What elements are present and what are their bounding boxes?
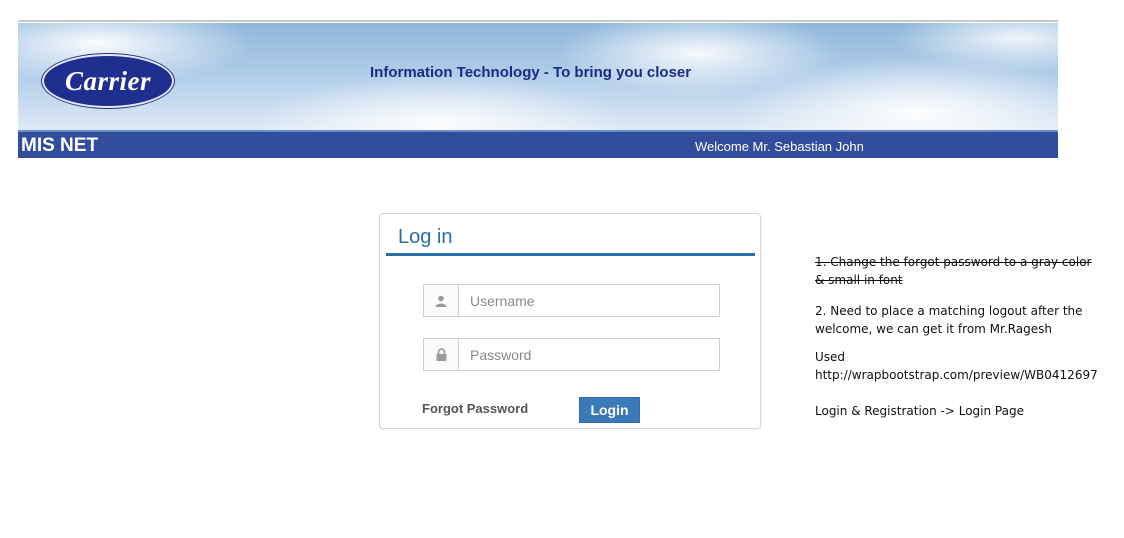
note-1-line-2: & small in font [815, 273, 903, 287]
user-icon [424, 285, 459, 316]
forgot-password-link[interactable]: Forgot Password [422, 401, 528, 416]
login-button[interactable]: Login [579, 397, 640, 423]
site-title: MIS NET [21, 135, 99, 156]
header-banner: Carrier Information Technology - To brin… [18, 23, 1058, 130]
username-field [423, 284, 720, 317]
navbar: MIS NET Welcome Mr. Sebastian John [18, 130, 1058, 158]
note-2-line-1: 2. Need to place a matching logout after… [815, 304, 1083, 318]
title-underline [386, 253, 755, 256]
login-panel: Log in Forgot Password Login [379, 213, 761, 429]
tagline: Information Technology - To bring you cl… [370, 64, 692, 81]
logo-text: Carrier [64, 65, 152, 96]
login-title: Log in [398, 226, 453, 248]
password-field [423, 338, 720, 371]
used-label: Used [815, 350, 846, 364]
lock-icon [424, 339, 459, 370]
note-2-line-2: welcome, we can get it from Mr.Ragesh [815, 322, 1052, 336]
note-1-line-1: 1. Change the forgot password to a gray … [815, 255, 1092, 269]
password-input[interactable] [459, 339, 719, 370]
username-input[interactable] [459, 285, 719, 316]
top-rule [18, 20, 1058, 22]
welcome-message: Welcome Mr. Sebastian John [695, 139, 864, 154]
used-url: http://wrapbootstrap.com/preview/WB04126… [815, 368, 1098, 382]
page-path: Login & Registration -> Login Page [815, 404, 1024, 418]
carrier-logo[interactable]: Carrier [42, 54, 174, 108]
